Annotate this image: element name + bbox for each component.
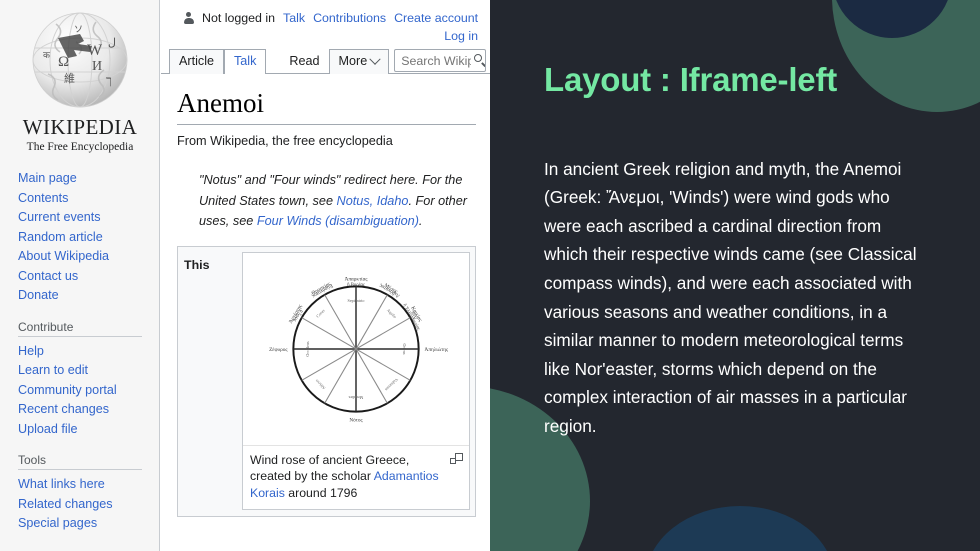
tab-talk[interactable]: Talk bbox=[224, 49, 267, 74]
tab-more[interactable]: More bbox=[328, 49, 390, 74]
sidebar-item-main-page[interactable]: Main page bbox=[18, 169, 159, 189]
sidebar-item-related-changes[interactable]: Related changes bbox=[18, 495, 159, 515]
sidebar-item-random-article[interactable]: Random article bbox=[18, 228, 159, 248]
wind-rose-image[interactable]: Ἀπαρκτίας ἢ Βορέας Μέσης Καικίας ἢ Ἑλλησ… bbox=[243, 252, 469, 446]
sidebar-tools-group: Tools What links here Related changes Sp… bbox=[0, 453, 159, 534]
sidebar-item-current-events[interactable]: Current events bbox=[18, 208, 159, 228]
sidebar-item-contact-us[interactable]: Contact us bbox=[18, 267, 159, 287]
sidebar-item-donate[interactable]: Donate bbox=[18, 286, 159, 306]
sidebar-item-learn-to-edit[interactable]: Learn to edit bbox=[18, 361, 159, 381]
svg-text:Meridies: Meridies bbox=[348, 395, 363, 400]
hatnote-link-notus-idaho[interactable]: Notus, Idaho bbox=[337, 194, 409, 208]
chevron-down-icon bbox=[369, 53, 381, 65]
svg-text:ソ: ソ bbox=[74, 24, 83, 34]
sidebar-contribute-group: Contribute Help Learn to edit Community … bbox=[0, 320, 159, 440]
tab-read[interactable]: Read bbox=[280, 50, 328, 74]
search-box[interactable] bbox=[394, 49, 487, 72]
caption-text-2: around 1796 bbox=[284, 485, 358, 500]
personal-link-contributions[interactable]: Contributions bbox=[313, 11, 386, 25]
svg-text:ך: ך bbox=[106, 73, 112, 87]
wind-rose-diagram: Ἀπαρκτίας ἢ Βορέας Μέσης Καικίας ἢ Ἑλλησ… bbox=[248, 255, 464, 442]
wikipedia-globe-icon: W Ω И 維 ل ך क ソ bbox=[26, 8, 134, 116]
wikipedia-content: Not logged in Talk Contributions Create … bbox=[161, 0, 490, 551]
info-panel: Layout : Iframe-left In ancient Greek re… bbox=[490, 0, 980, 551]
infobox: This Ἀπαρκτίας ἢ Βορέας Μέσης Καικίας ἢ … bbox=[177, 245, 476, 518]
svg-text:Occidens: Occidens bbox=[305, 341, 310, 357]
svg-text:ل: ل bbox=[108, 37, 116, 49]
sidebar-item-recent-changes[interactable]: Recent changes bbox=[18, 400, 159, 420]
sidebar-item-special-pages[interactable]: Special pages bbox=[18, 514, 159, 534]
thumbnail-caption: Wind rose of ancient Greece, created by … bbox=[243, 446, 469, 510]
thumbnail: Ἀπαρκτίας ἢ Βορέας Μέσης Καικίας ἢ Ἑλλησ… bbox=[242, 251, 470, 511]
wikipedia-wordmark: WIKIPEDIA bbox=[22, 115, 138, 139]
wikipedia-tagline: The Free Encyclopedia bbox=[26, 141, 134, 153]
hatnote-link-four-winds[interactable]: Four Winds (disambiguation) bbox=[257, 214, 419, 228]
site-subtitle: From Wikipedia, the free encyclopedia bbox=[177, 134, 393, 149]
svg-text:Ἀπαρκτίας: Ἀπαρκτίας bbox=[345, 276, 369, 282]
sidebar-item-help[interactable]: Help bbox=[18, 342, 159, 362]
personal-tools: Not logged in Talk Contributions Create … bbox=[161, 0, 490, 25]
svg-text:И: И bbox=[92, 59, 102, 74]
svg-text:Oriens: Oriens bbox=[402, 343, 407, 354]
search-input[interactable] bbox=[395, 52, 474, 69]
sidebar-item-what-links-here[interactable]: What links here bbox=[18, 475, 159, 495]
panel-title: Layout : Iframe-left bbox=[544, 61, 838, 98]
infobox-label: This bbox=[184, 257, 210, 272]
article-body: Anemoi From Wikipedia, the free encyclop… bbox=[161, 88, 490, 518]
svg-text:ἢ Βορέας: ἢ Βορέας bbox=[347, 282, 365, 287]
sidebar-navigation-group: Main page Contents Current events Random… bbox=[0, 169, 159, 306]
sidebar-item-upload-file[interactable]: Upload file bbox=[18, 420, 159, 440]
sidebar-item-about-wikipedia[interactable]: About Wikipedia bbox=[18, 247, 159, 267]
hatnote-text-3: . bbox=[418, 214, 423, 229]
svg-text:Septentrio: Septentrio bbox=[348, 298, 365, 303]
sidebar-heading-tools: Tools bbox=[18, 453, 142, 470]
svg-text:क: क bbox=[43, 50, 51, 60]
personal-link-create-account[interactable]: Create account bbox=[394, 11, 478, 25]
login-status-label: Not logged in bbox=[202, 11, 276, 25]
svg-text:Ζέφυρος: Ζέφυρος bbox=[269, 347, 288, 353]
personal-link-log-in[interactable]: Log in bbox=[444, 29, 478, 43]
enlarge-icon[interactable] bbox=[450, 452, 463, 464]
article-tabbar: Article Talk Read More bbox=[161, 48, 490, 74]
sidebar-heading-contribute: Contribute bbox=[18, 320, 142, 337]
wikipedia-iframe: W Ω И 維 ل ך क ソ WIKIPEDIA The Free Encyc… bbox=[0, 0, 490, 551]
page-root: W Ω И 維 ل ך क ソ WIKIPEDIA The Free Encyc… bbox=[0, 0, 980, 551]
sidebar-item-community-portal[interactable]: Community portal bbox=[18, 381, 159, 401]
user-icon bbox=[183, 12, 194, 24]
panel-content: Layout : Iframe-left In ancient Greek re… bbox=[490, 0, 980, 441]
login-row: Log in bbox=[161, 27, 490, 45]
search-icon[interactable] bbox=[474, 54, 485, 67]
page-title: Anemoi bbox=[177, 88, 476, 126]
svg-text:維: 維 bbox=[64, 72, 75, 85]
decorative-blob-navy-bottom bbox=[645, 506, 835, 551]
wikipedia-sidebar: W Ω И 維 ل ך क ソ WIKIPEDIA The Free Encyc… bbox=[0, 0, 160, 551]
tab-more-label: More bbox=[338, 54, 368, 68]
wikipedia-logo[interactable]: W Ω И 維 ل ך क ソ WIKIPEDIA The Free Encyc… bbox=[0, 0, 160, 153]
svg-text:Νότος: Νότος bbox=[349, 417, 363, 423]
svg-text:Ἀπηλιώτης: Ἀπηλιώτης bbox=[425, 347, 449, 353]
hatnote: "Notus" and "Four winds" redirect here. … bbox=[199, 170, 476, 232]
personal-link-talk[interactable]: Talk bbox=[283, 11, 305, 25]
sidebar-item-contents[interactable]: Contents bbox=[18, 189, 159, 209]
tab-article[interactable]: Article bbox=[169, 49, 224, 74]
panel-body-text: In ancient Greek religion and myth, the … bbox=[544, 158, 917, 436]
